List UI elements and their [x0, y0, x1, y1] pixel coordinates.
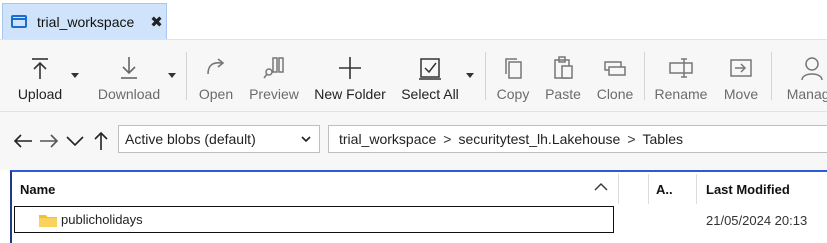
- move-icon: [730, 59, 752, 77]
- sort-ascending-icon[interactable]: [594, 182, 608, 192]
- toolbar-divider: [485, 52, 486, 100]
- close-icon[interactable]: ✖: [150, 13, 163, 31]
- download-button[interactable]: Download: [96, 40, 162, 112]
- row-name: publicholidays: [61, 212, 143, 227]
- new-folder-label: New Folder: [314, 86, 386, 102]
- new-folder-button[interactable]: New Folder: [314, 40, 386, 112]
- tab-trial-workspace[interactable]: trial_workspace ✖: [2, 3, 167, 39]
- download-label: Download: [97, 86, 161, 102]
- toolbar-divider: [771, 52, 772, 100]
- preview-label: Preview: [249, 86, 299, 102]
- plus-icon: [339, 57, 361, 79]
- row-last-modified: 21/05/2024 20:13: [706, 213, 808, 228]
- paste-label: Paste: [545, 86, 581, 102]
- open-label: Open: [198, 86, 234, 102]
- rename-icon: [669, 58, 693, 78]
- breadcrumb-item[interactable]: securitytest_lh.Lakehouse: [458, 131, 620, 147]
- open-button[interactable]: Open: [196, 40, 236, 112]
- breadcrumb-separator-icon: >: [443, 131, 452, 147]
- breadcrumb-item[interactable]: Tables: [643, 131, 683, 147]
- clone-label: Clone: [596, 86, 634, 102]
- breadcrumb-item[interactable]: trial_workspace: [339, 131, 436, 147]
- folder-icon: [39, 214, 57, 227]
- back-arrow-icon[interactable]: [12, 130, 34, 152]
- preview-icon: [263, 57, 284, 79]
- breadcrumb: trial_workspace > securitytest_lh.Lakeho…: [328, 125, 827, 153]
- paste-button[interactable]: Paste: [544, 40, 582, 112]
- window-icon: [11, 15, 27, 28]
- column-header-attributes[interactable]: A..: [656, 172, 673, 206]
- breadcrumb-separator-icon: >: [627, 131, 636, 147]
- clone-button[interactable]: Clone: [596, 40, 634, 112]
- upload-icon: [32, 58, 48, 79]
- chevron-down-icon[interactable]: [64, 130, 86, 152]
- select-all-label: Select All: [401, 86, 459, 102]
- table-row[interactable]: publicholidays: [14, 206, 614, 233]
- upload-dropdown-caret[interactable]: [71, 73, 79, 78]
- column-header-last-modified[interactable]: Last Modified: [706, 172, 790, 206]
- column-divider[interactable]: [618, 174, 619, 204]
- blob-filter-value: Active blobs (default): [125, 131, 256, 147]
- rename-label: Rename: [654, 86, 708, 102]
- download-dropdown-caret[interactable]: [168, 73, 176, 78]
- toolbar-divider: [186, 52, 187, 100]
- manage-button[interactable]: Manage: [782, 40, 827, 112]
- copy-label: Copy: [496, 86, 530, 102]
- preview-button[interactable]: Preview: [248, 40, 300, 112]
- upload-button[interactable]: Upload: [14, 40, 66, 112]
- manage-label: Manage: [786, 86, 827, 102]
- select-all-button[interactable]: Select All: [400, 40, 460, 112]
- tab-strip: trial_workspace ✖: [0, 0, 827, 40]
- clone-icon: [604, 61, 626, 76]
- move-button[interactable]: Move: [720, 40, 762, 112]
- select-all-dropdown-caret[interactable]: [466, 73, 474, 78]
- select-all-icon: [419, 58, 441, 80]
- column-header-name[interactable]: Name: [20, 172, 55, 206]
- manage-icon: [801, 57, 823, 81]
- forward-arrow-icon[interactable]: [38, 130, 60, 152]
- copy-icon: [505, 58, 522, 79]
- toolbar-divider: [644, 52, 645, 100]
- file-table: Name A.. Last Modified publicholidays 21…: [10, 170, 827, 243]
- rename-button[interactable]: Rename: [654, 40, 708, 112]
- move-label: Move: [723, 86, 759, 102]
- column-divider[interactable]: [696, 174, 697, 204]
- tab-title: trial_workspace: [37, 13, 135, 30]
- copy-button[interactable]: Copy: [494, 40, 532, 112]
- upload-label: Upload: [17, 86, 63, 102]
- up-arrow-icon[interactable]: [90, 130, 112, 152]
- paste-icon: [554, 56, 573, 79]
- column-divider[interactable]: [648, 174, 649, 204]
- table-header: Name A.. Last Modified: [12, 172, 827, 206]
- chevron-down-icon: [301, 136, 311, 143]
- toolbar-ribbon: Upload Download Open Preview New Folder …: [0, 40, 827, 112]
- blob-filter-select[interactable]: Active blobs (default): [118, 125, 320, 153]
- open-icon: [207, 58, 225, 75]
- download-icon: [121, 57, 137, 79]
